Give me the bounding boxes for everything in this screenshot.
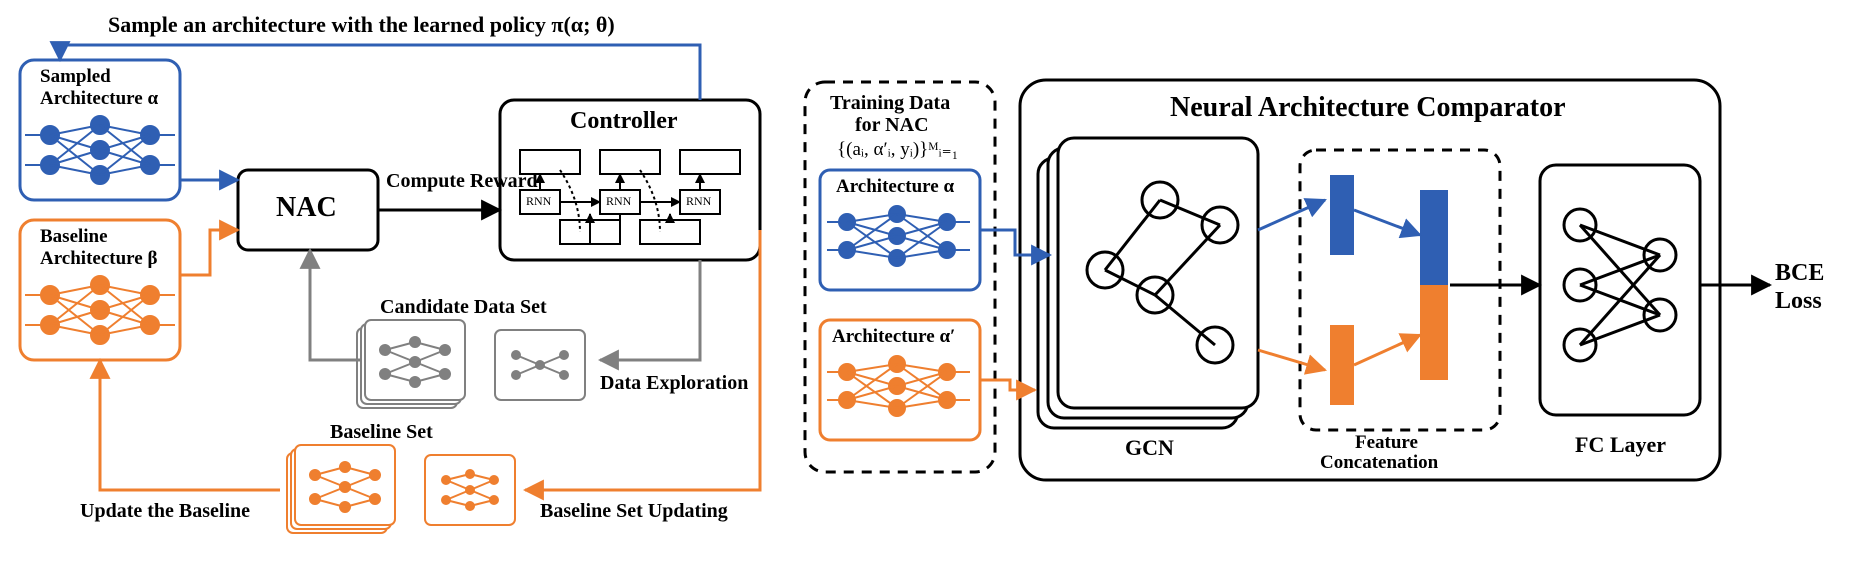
baseline-l2: Architecture β bbox=[40, 248, 157, 270]
fc-layer-label: FC Layer bbox=[1575, 432, 1666, 458]
caption-sample-policy: Sample an architecture with the learned … bbox=[108, 12, 615, 38]
bce-l1: BCE bbox=[1775, 260, 1824, 287]
candidate-title: Candidate Data Set bbox=[380, 296, 547, 319]
training-data-l1: Training Data bbox=[830, 92, 950, 115]
baseline-set-updating-label: Baseline Set Updating bbox=[540, 500, 728, 523]
arch-alpha-prime-label: Architecture α′ bbox=[832, 326, 955, 348]
compute-reward-label: Compute Reward bbox=[386, 170, 538, 193]
gcn-label: GCN bbox=[1125, 435, 1174, 461]
nac-label: NAC bbox=[276, 192, 337, 224]
baseline-set-title: Baseline Set bbox=[330, 421, 433, 444]
baseline-l1: Baseline bbox=[40, 226, 108, 248]
bce-l2: Loss bbox=[1775, 288, 1822, 315]
rnn-2: RNN bbox=[606, 194, 631, 209]
update-baseline-label: Update the Baseline bbox=[80, 500, 250, 523]
rnn-3: RNN bbox=[686, 194, 711, 209]
nac-full-title: Neural Architecture Comparator bbox=[1170, 92, 1566, 124]
feat-concat-l2: Concatenation bbox=[1320, 452, 1438, 474]
training-data-formula: {(aᵢ, α′ᵢ, yᵢ)}ᴹᵢ₌₁ bbox=[837, 138, 958, 161]
data-exploration-label: Data Exploration bbox=[600, 372, 748, 395]
controller-title: Controller bbox=[570, 108, 678, 135]
sampled-l1: Sampled bbox=[40, 66, 111, 88]
training-data-l2: for NAC bbox=[855, 114, 929, 137]
sampled-l2: Architecture α bbox=[40, 88, 158, 110]
rnn-1: RNN bbox=[526, 194, 551, 209]
feat-concat-l1: Feature bbox=[1355, 432, 1418, 454]
arch-alpha-label: Architecture α bbox=[836, 176, 954, 198]
